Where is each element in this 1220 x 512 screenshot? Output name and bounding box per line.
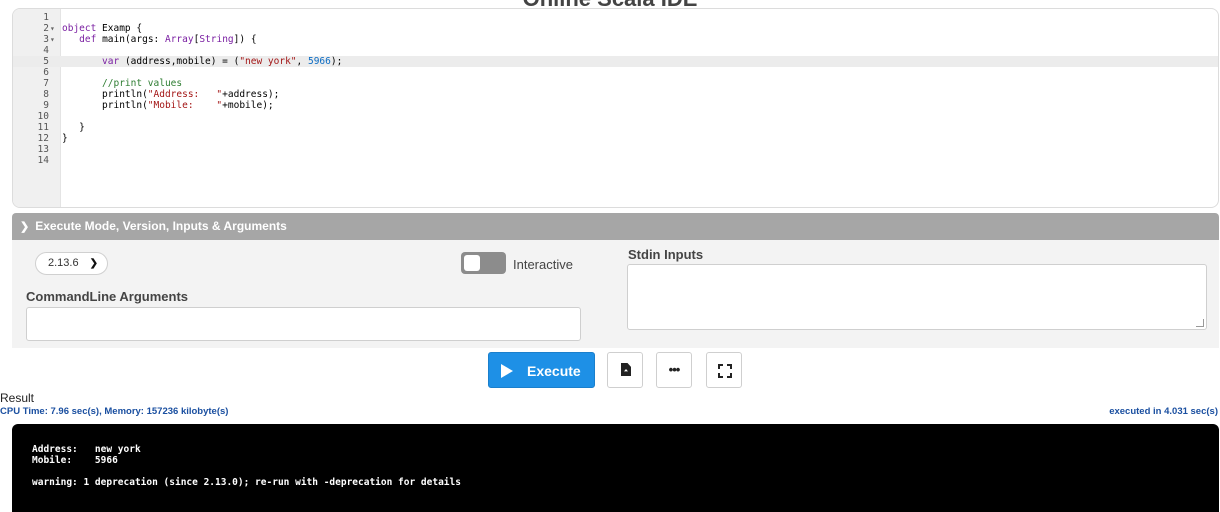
code-text: println("Address: "+address); bbox=[62, 89, 279, 100]
code-text: object Examp { bbox=[62, 23, 142, 34]
execute-button[interactable]: Execute bbox=[488, 352, 595, 388]
code-text: var (address,mobile) = ("new york", 5966… bbox=[62, 56, 342, 67]
code-token: //print values bbox=[102, 78, 183, 89]
toggle-knob bbox=[464, 255, 480, 271]
run-stats: CPU Time: 7.96 sec(s), Memory: 157236 ki… bbox=[0, 406, 229, 417]
code-line[interactable]: 6 bbox=[13, 67, 1218, 78]
code-token: ]) { bbox=[233, 34, 257, 45]
code-token: 5966 bbox=[307, 56, 331, 67]
line-number: 10 bbox=[37, 111, 49, 122]
version-value: 2.13.6 bbox=[48, 257, 79, 269]
line-number: 13 bbox=[37, 144, 49, 155]
line-number: 3 bbox=[43, 34, 49, 45]
code-token: Examp { bbox=[96, 23, 143, 34]
execute-options-title: Execute Mode, Version, Inputs & Argument… bbox=[35, 219, 287, 233]
output-line: Address: new york bbox=[32, 444, 141, 455]
code-line[interactable]: 2 ▾ object Examp { bbox=[13, 23, 1218, 34]
expand-icon bbox=[718, 364, 732, 378]
line-number: 4 bbox=[43, 45, 49, 56]
code-text: //print values bbox=[62, 78, 182, 89]
stdin-input[interactable] bbox=[627, 264, 1207, 330]
code-token: "Mobile: " bbox=[147, 100, 223, 111]
code-token: ); bbox=[330, 56, 343, 67]
code-text: println("Mobile: "+mobile); bbox=[62, 100, 274, 111]
execution-time: executed in 4.031 sec(s) bbox=[1109, 406, 1218, 417]
code-token: (address,mobile) = ( bbox=[119, 56, 240, 67]
code-token: String bbox=[199, 34, 234, 45]
chevron-down-icon: ❯ bbox=[20, 221, 30, 233]
stdin-label: Stdin Inputs bbox=[628, 247, 704, 262]
code-text: } bbox=[62, 133, 68, 144]
line-number: 7 bbox=[43, 78, 49, 89]
line-number: 1 bbox=[43, 12, 49, 23]
code-text: } bbox=[62, 122, 85, 133]
execute-label: Execute bbox=[527, 363, 581, 379]
code-line[interactable]: 7 //print values bbox=[13, 78, 1218, 89]
code-token: Array bbox=[164, 34, 194, 45]
code-line[interactable]: 1 bbox=[13, 12, 1218, 23]
code-line[interactable]: 5 var (address,mobile) = ("new york", 59… bbox=[13, 56, 1218, 67]
code-editor[interactable]: 1 2 ▾ object Examp {3 ▾ def main(args: Array… bbox=[12, 8, 1219, 208]
chevron-down-icon: ❯ bbox=[89, 258, 98, 269]
code-token: "new york" bbox=[239, 56, 297, 67]
result-label: Result bbox=[0, 391, 35, 405]
execute-options-header[interactable]: ❯ Execute Mode, Version, Inputs & Argumen… bbox=[12, 213, 1219, 240]
resize-grip-icon[interactable] bbox=[1196, 319, 1204, 327]
code-token: +mobile); bbox=[222, 100, 274, 111]
code-line[interactable]: 13 bbox=[13, 144, 1218, 155]
line-number: 9 bbox=[43, 100, 49, 111]
line-number: 8 bbox=[43, 89, 49, 100]
output-line: warning: 1 deprecation (since 2.13.0); r… bbox=[32, 477, 461, 488]
cmd-args-input[interactable] bbox=[26, 307, 581, 341]
output-console: Address: new york Mobile: 5966 warning: … bbox=[12, 424, 1219, 512]
output-line: Mobile: 5966 bbox=[32, 455, 118, 466]
line-number: 2 bbox=[43, 23, 49, 34]
file-upload-icon bbox=[621, 363, 631, 376]
code-token: } bbox=[62, 122, 85, 133]
code-token: object bbox=[62, 23, 97, 34]
code-text: def main(args: Array[String]) { bbox=[62, 34, 257, 45]
code-token: , bbox=[296, 56, 308, 67]
version-select[interactable]: 2.13.6 ❯ bbox=[35, 252, 108, 275]
upload-file-button[interactable] bbox=[607, 352, 643, 388]
code-line[interactable]: 12} bbox=[13, 133, 1218, 144]
code-line[interactable]: 3 ▾ def main(args: Array[String]) { bbox=[13, 34, 1218, 45]
line-number: 12 bbox=[37, 133, 49, 144]
code-token: println( bbox=[62, 89, 148, 100]
line-number: 5 bbox=[43, 56, 49, 67]
code-token: println( bbox=[62, 100, 148, 111]
play-icon bbox=[501, 364, 513, 378]
ellipsis-icon: ••• bbox=[668, 362, 681, 377]
code-line[interactable]: 4 bbox=[13, 45, 1218, 56]
code-line[interactable]: 11 } bbox=[13, 122, 1218, 133]
code-token: def bbox=[79, 34, 97, 45]
line-number: 6 bbox=[43, 67, 49, 78]
code-line[interactable]: 10 bbox=[13, 111, 1218, 122]
more-options-button[interactable]: ••• bbox=[656, 352, 692, 388]
code-line[interactable]: 9 println("Mobile: "+mobile); bbox=[13, 100, 1218, 111]
code-token: var bbox=[102, 56, 120, 67]
code-token: main(args: bbox=[96, 34, 165, 45]
fullscreen-button[interactable] bbox=[706, 352, 742, 388]
page: Online Scala IDE 12▾object Examp {3▾ def… bbox=[0, 0, 1220, 512]
code-token: +address); bbox=[222, 89, 280, 100]
cmd-args-label: CommandLine Arguments bbox=[26, 289, 189, 304]
fold-arrow-icon[interactable]: ▾ bbox=[50, 34, 60, 45]
line-number: 14 bbox=[37, 155, 49, 166]
execute-options-panel: 2.13.6 ❯ Interactive CommandLine Argumen… bbox=[12, 240, 1219, 348]
code-token: } bbox=[62, 133, 68, 144]
line-number: 11 bbox=[37, 122, 49, 133]
code-line[interactable]: 14 bbox=[13, 155, 1218, 166]
fold-arrow-icon[interactable]: ▾ bbox=[50, 23, 60, 34]
code-line[interactable]: 8 println("Address: "+address); bbox=[13, 89, 1218, 100]
interactive-label: Interactive bbox=[513, 257, 573, 272]
interactive-toggle[interactable] bbox=[461, 252, 506, 274]
code-token: "Address: " bbox=[147, 89, 223, 100]
